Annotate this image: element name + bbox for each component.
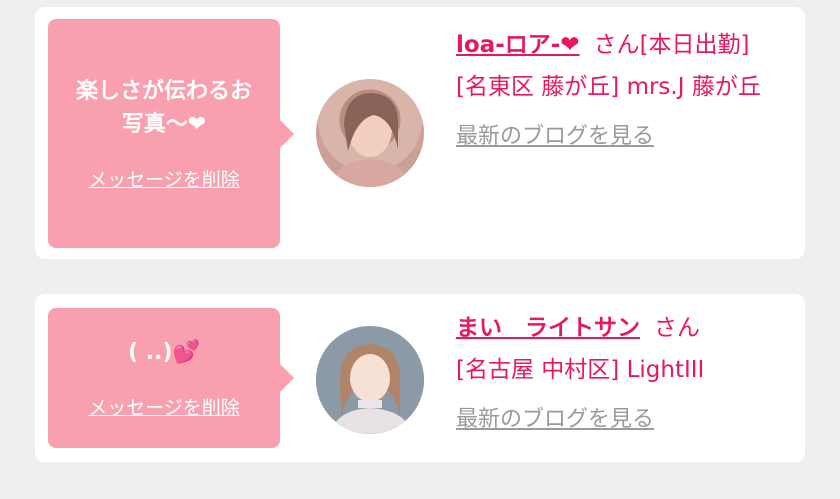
avatar[interactable]	[316, 79, 424, 187]
message-card: 楽しさが伝わるお 写真〜❤ メッセージを削除 loa-ロア-❤ さん[本日出勤] …	[35, 7, 805, 259]
latest-blog-link[interactable]: 最新のブログを見る	[456, 116, 654, 158]
sender-status: さん[本日出勤]	[593, 32, 750, 58]
sender-status: さん	[654, 315, 700, 341]
sender-info: loa-ロア-❤ さん[本日出勤] [名東区 藤が丘] mrs.J 藤が丘 最新の…	[456, 24, 796, 158]
latest-blog-link[interactable]: 最新のブログを見る	[456, 399, 654, 441]
delete-message-link[interactable]: メッセージを削除	[88, 165, 240, 192]
message-list: 楽しさが伝わるお 写真〜❤ メッセージを削除 loa-ロア-❤ さん[本日出勤] …	[0, 0, 840, 499]
message-text: 楽しさが伝わるお 写真〜❤	[75, 79, 252, 137]
sender-shop: [名古屋 中村区] LightIII	[456, 357, 705, 383]
message-bubble: ( ..)💕 メッセージを削除	[48, 308, 280, 448]
sender-shop: [名東区 藤が丘] mrs.J 藤が丘	[456, 74, 761, 100]
sender-info: まい ライトサン さん [名古屋 中村区] LightIII 最新のブログを見る	[456, 307, 796, 441]
sender-name-link[interactable]: まい ライトサン	[456, 315, 640, 341]
delete-message-link[interactable]: メッセージを削除	[88, 393, 240, 420]
avatar-photo-icon	[316, 326, 424, 434]
avatar-photo-icon	[332, 93, 410, 187]
message-card: ( ..)💕 メッセージを削除 まい ライトサン さん [名古屋 中村区] Lig…	[35, 294, 805, 462]
message-bubble: 楽しさが伝わるお 写真〜❤ メッセージを削除	[48, 19, 280, 248]
message-text: ( ..)💕	[128, 340, 200, 365]
avatar[interactable]	[316, 326, 424, 434]
sender-name-link[interactable]: loa-ロア-❤	[456, 32, 580, 58]
